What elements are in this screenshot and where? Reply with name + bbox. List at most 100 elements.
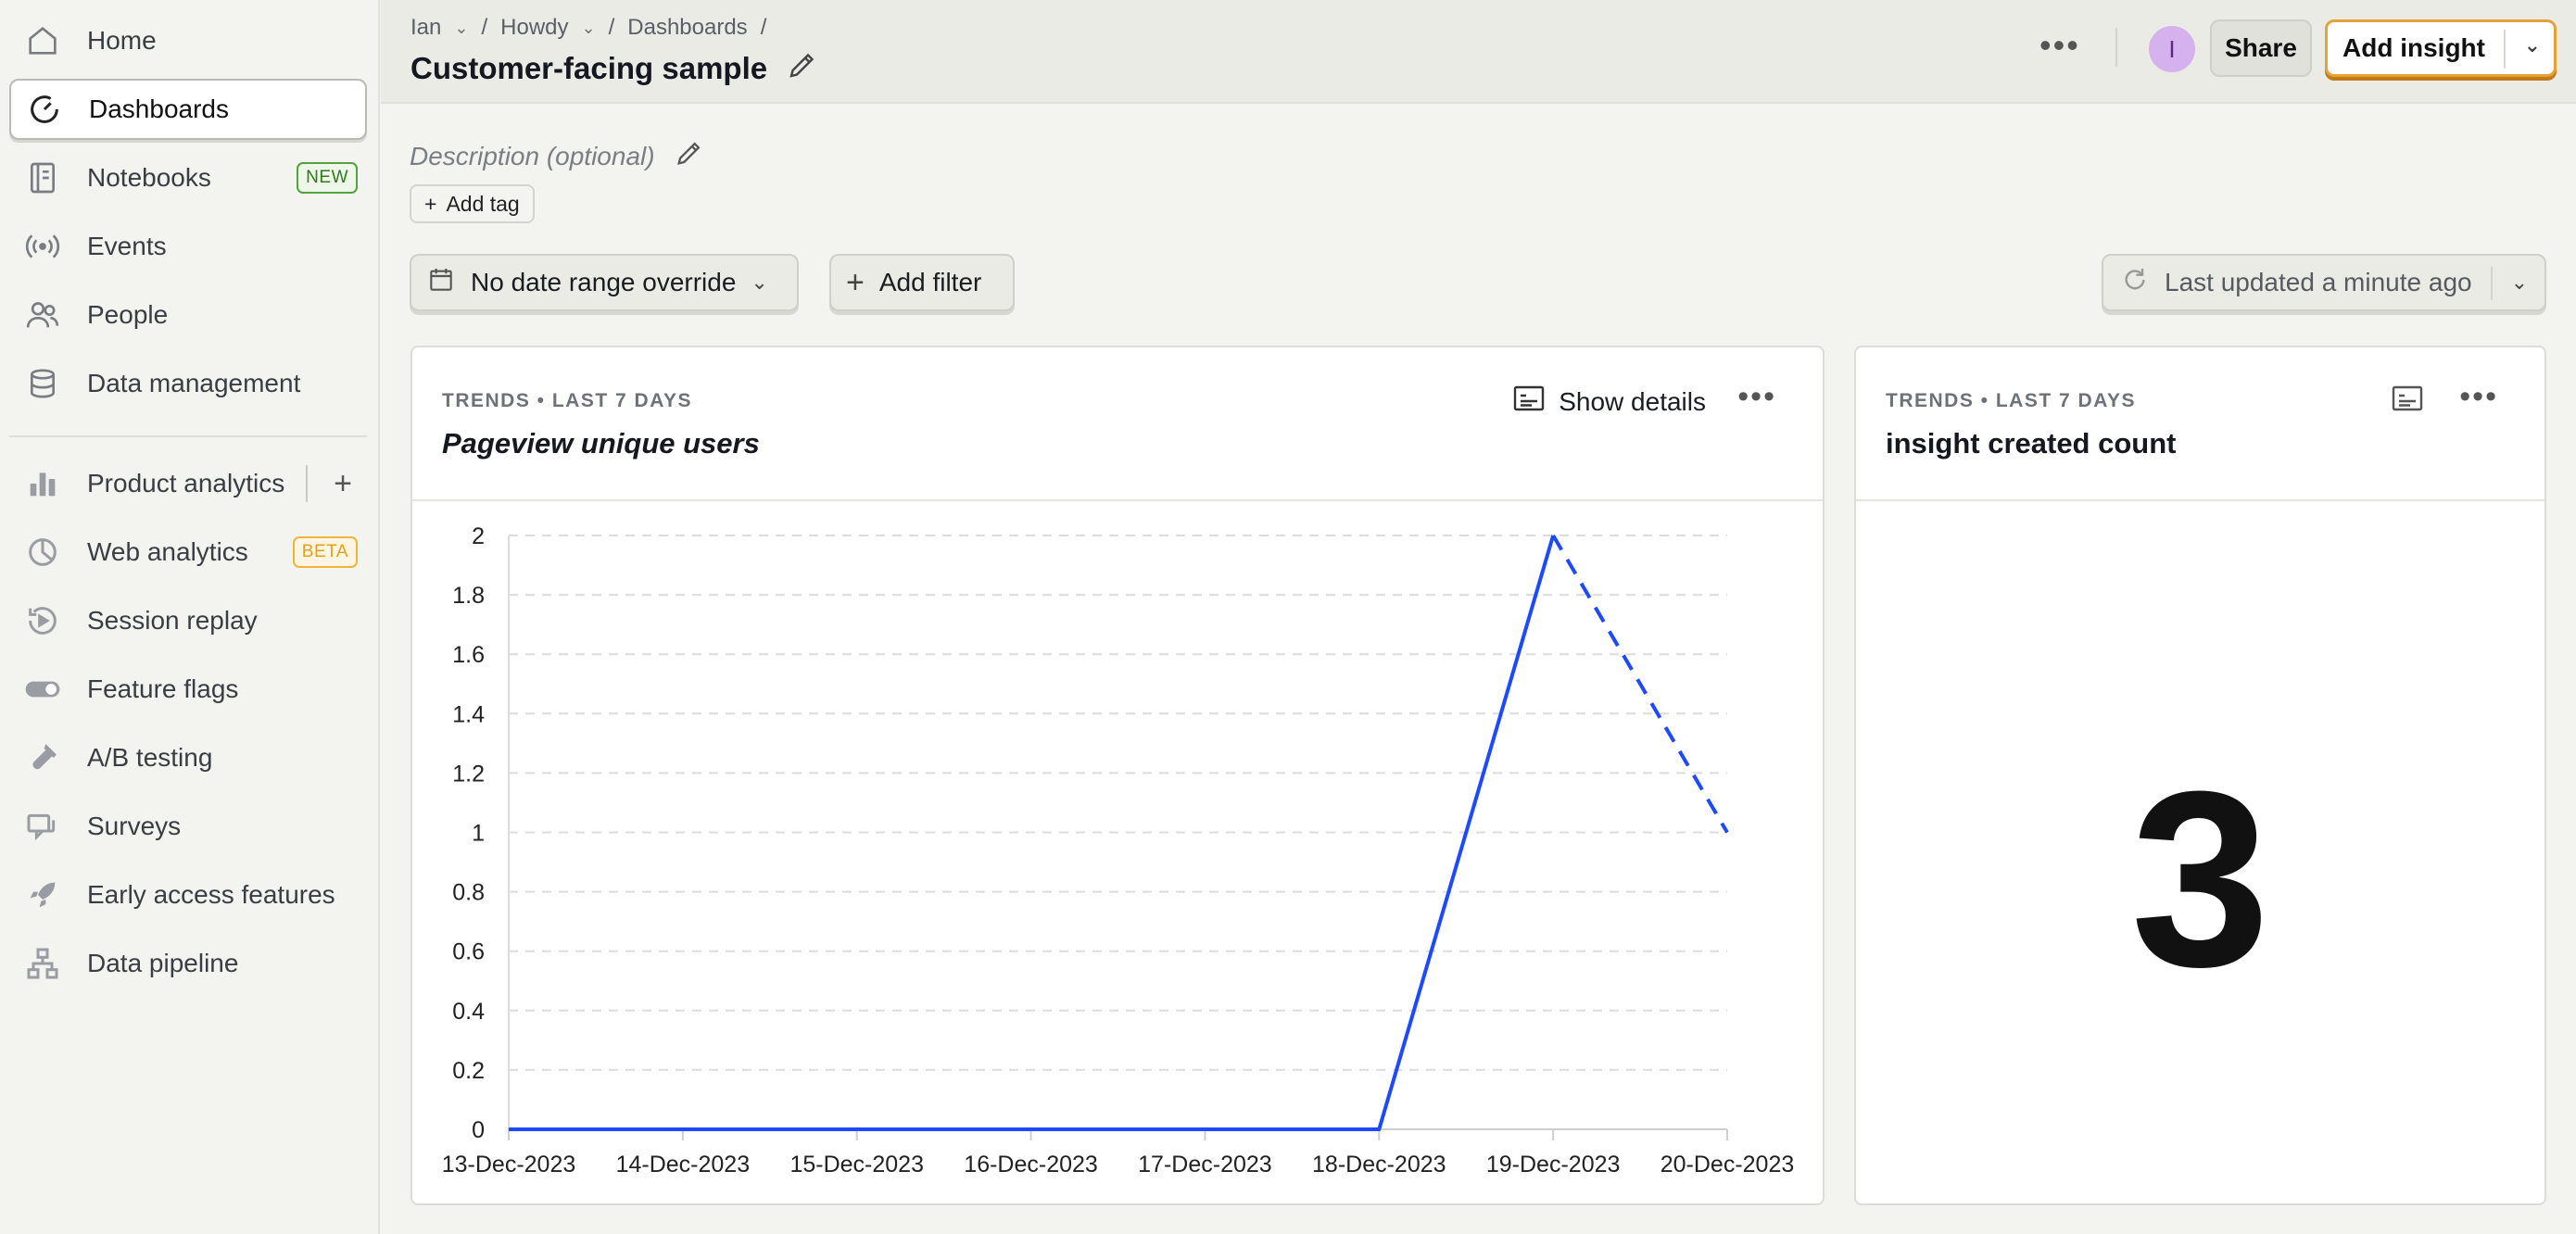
chevron-down-icon[interactable]: ⌄ — [2524, 33, 2541, 57]
sidebar-item-label: A/B testing — [87, 743, 213, 772]
top-bar: Ian ⌄ / Howdy ⌄ / Dashboards / Customer-… — [381, 0, 2576, 104]
more-options-icon[interactable]: ••• — [2459, 379, 2498, 415]
sidebar-item-dashboards[interactable]: Dashboards — [9, 79, 367, 140]
details-icon[interactable] — [2391, 384, 2424, 417]
pipeline-icon — [22, 943, 63, 984]
sidebar-item-web-analytics[interactable]: Web analytics BETA — [9, 522, 367, 583]
add-insight-plus-icon[interactable]: + — [334, 466, 352, 502]
more-options-icon[interactable]: ••• — [2039, 26, 2080, 65]
calendar-icon — [426, 265, 456, 301]
divider — [2115, 28, 2117, 67]
chevron-down-icon[interactable]: ⌄ — [2511, 271, 2528, 295]
sidebar-item-label: Home — [87, 26, 157, 55]
sidebar-item-home[interactable]: Home — [9, 10, 367, 71]
pencil-icon[interactable] — [786, 48, 819, 89]
y-tick-label: 1.8 — [452, 583, 485, 609]
sidebar-item-label: Dashboards — [89, 94, 229, 123]
refresh-icon — [2120, 265, 2150, 301]
description-placeholder: Description (optional) — [410, 141, 655, 170]
insight-card-pageview-unique-users: TRENDS • LAST 7 DAYS Pageview unique use… — [410, 346, 1825, 1205]
plus-icon: + — [424, 191, 437, 216]
divider — [2491, 267, 2493, 300]
sidebar-item-early-access[interactable]: Early access features — [9, 864, 367, 926]
sidebar-item-label: Events — [87, 232, 167, 260]
sidebar-divider — [9, 435, 367, 437]
sidebar-item-feature-flags[interactable]: Feature flags — [9, 659, 367, 720]
divider — [2504, 30, 2506, 69]
page-title-text[interactable]: Customer-facing sample — [410, 51, 767, 86]
line-chart: 0 0.2 0.4 0.6 0.8 1 1.2 1.4 1.6 1.8 2 13-Dec-2023 14… — [442, 523, 1795, 1177]
dashboard-gauge-icon — [24, 89, 65, 130]
sidebar-item-notebooks[interactable]: Notebooks NEW — [9, 147, 367, 208]
y-tick-label: 0 — [472, 1117, 485, 1143]
last-updated-label: Last updated a minute ago — [2165, 268, 2472, 296]
sidebar-item-product-analytics[interactable]: Product analytics + — [9, 453, 367, 514]
card-header: TRENDS • LAST 7 DAYS insight created cou… — [1856, 347, 2544, 501]
y-tick-label: 0.6 — [452, 939, 485, 965]
y-tick-label: 0.8 — [452, 880, 485, 906]
insight-card-insight-created-count: TRENDS • LAST 7 DAYS insight created cou… — [1854, 346, 2546, 1205]
plus-icon: + — [846, 264, 865, 300]
sidebar-item-ab-testing[interactable]: A/B testing — [9, 727, 367, 788]
y-tick-label: 1.4 — [452, 701, 485, 727]
refresh-button[interactable]: Last updated a minute ago ⌄ — [2102, 254, 2546, 311]
chevron-down-icon[interactable]: ⌄ — [582, 19, 596, 38]
sidebar-item-people[interactable]: People — [9, 284, 367, 346]
sidebar-item-label: Notebooks — [87, 163, 211, 192]
sidebar-item-session-replay[interactable]: Session replay — [9, 590, 367, 651]
card-title[interactable]: insight created count — [1886, 427, 2176, 460]
sidebar-item-events[interactable]: Events — [9, 216, 367, 277]
x-tick-label: 16-Dec-2023 — [964, 1152, 1098, 1177]
breadcrumb-item-dashboards[interactable]: Dashboards — [627, 15, 747, 41]
pie-chart-icon — [22, 532, 63, 573]
add-filter-label: Add filter — [878, 268, 982, 296]
x-tick-label: 13-Dec-2023 — [442, 1152, 576, 1177]
y-tick-label: 0.2 — [452, 1058, 485, 1084]
add-filter-button[interactable]: + Add filter — [829, 254, 1015, 311]
chevron-down-icon[interactable]: ⌄ — [454, 19, 468, 38]
beta-badge: BETA — [292, 536, 358, 568]
survey-chat-icon — [22, 806, 63, 847]
breadcrumb-item-project[interactable]: Ian — [410, 15, 441, 41]
x-tick-label: 17-Dec-2023 — [1138, 1152, 1272, 1177]
sidebar-item-label: Web analytics — [87, 537, 248, 566]
add-tag-label: Add tag — [446, 191, 520, 216]
database-icon — [22, 363, 63, 404]
avatar[interactable]: I — [2149, 26, 2195, 72]
pencil-icon[interactable] — [674, 137, 705, 175]
sidebar-item-label: Surveys — [87, 812, 182, 840]
y-tick-label: 2 — [472, 523, 485, 549]
people-icon — [22, 295, 63, 335]
sidebar-item-label: Data management — [87, 369, 301, 397]
rocket-icon — [22, 875, 63, 915]
add-insight-button[interactable]: Add insight ⌄ — [2325, 19, 2557, 77]
breadcrumb-separator: / — [481, 15, 488, 40]
x-tick-label: 19-Dec-2023 — [1486, 1152, 1621, 1177]
sidebar-item-data-pipeline[interactable]: Data pipeline — [9, 933, 367, 994]
sidebar-item-data-management[interactable]: Data management — [9, 353, 367, 414]
x-tick-label: 14-Dec-2023 — [616, 1152, 751, 1177]
chevron-down-icon: ⌄ — [751, 271, 768, 294]
notebook-icon — [22, 157, 63, 198]
y-tick-label: 0.4 — [452, 999, 485, 1025]
description-field[interactable]: Description (optional) — [410, 137, 705, 175]
add-tag-button[interactable]: + Add tag — [410, 184, 535, 223]
big-number-value: 3 — [2130, 740, 2270, 1019]
share-button[interactable]: Share — [2210, 19, 2312, 77]
flask-icon — [22, 737, 63, 778]
sidebar-item-label: Product analytics — [87, 469, 285, 497]
sidebar-item-label: Session replay — [87, 606, 258, 635]
sidebar-item-surveys[interactable]: Surveys — [9, 796, 367, 857]
y-tick-label: 1.2 — [452, 761, 485, 787]
replay-icon — [22, 600, 63, 641]
breadcrumb-separator: / — [608, 15, 615, 40]
new-badge: NEW — [297, 162, 358, 194]
sidebar-item-label: Early access features — [87, 880, 335, 909]
sidebar-item-label: Data pipeline — [87, 949, 239, 977]
x-tick-label: 18-Dec-2023 — [1312, 1152, 1446, 1177]
breadcrumb-item-org[interactable]: Howdy — [500, 15, 568, 41]
broadcast-icon — [22, 226, 63, 267]
bar-chart-icon — [22, 463, 63, 504]
x-tick-label: 15-Dec-2023 — [789, 1152, 924, 1177]
date-range-select[interactable]: No date range override ⌄ — [410, 254, 799, 311]
